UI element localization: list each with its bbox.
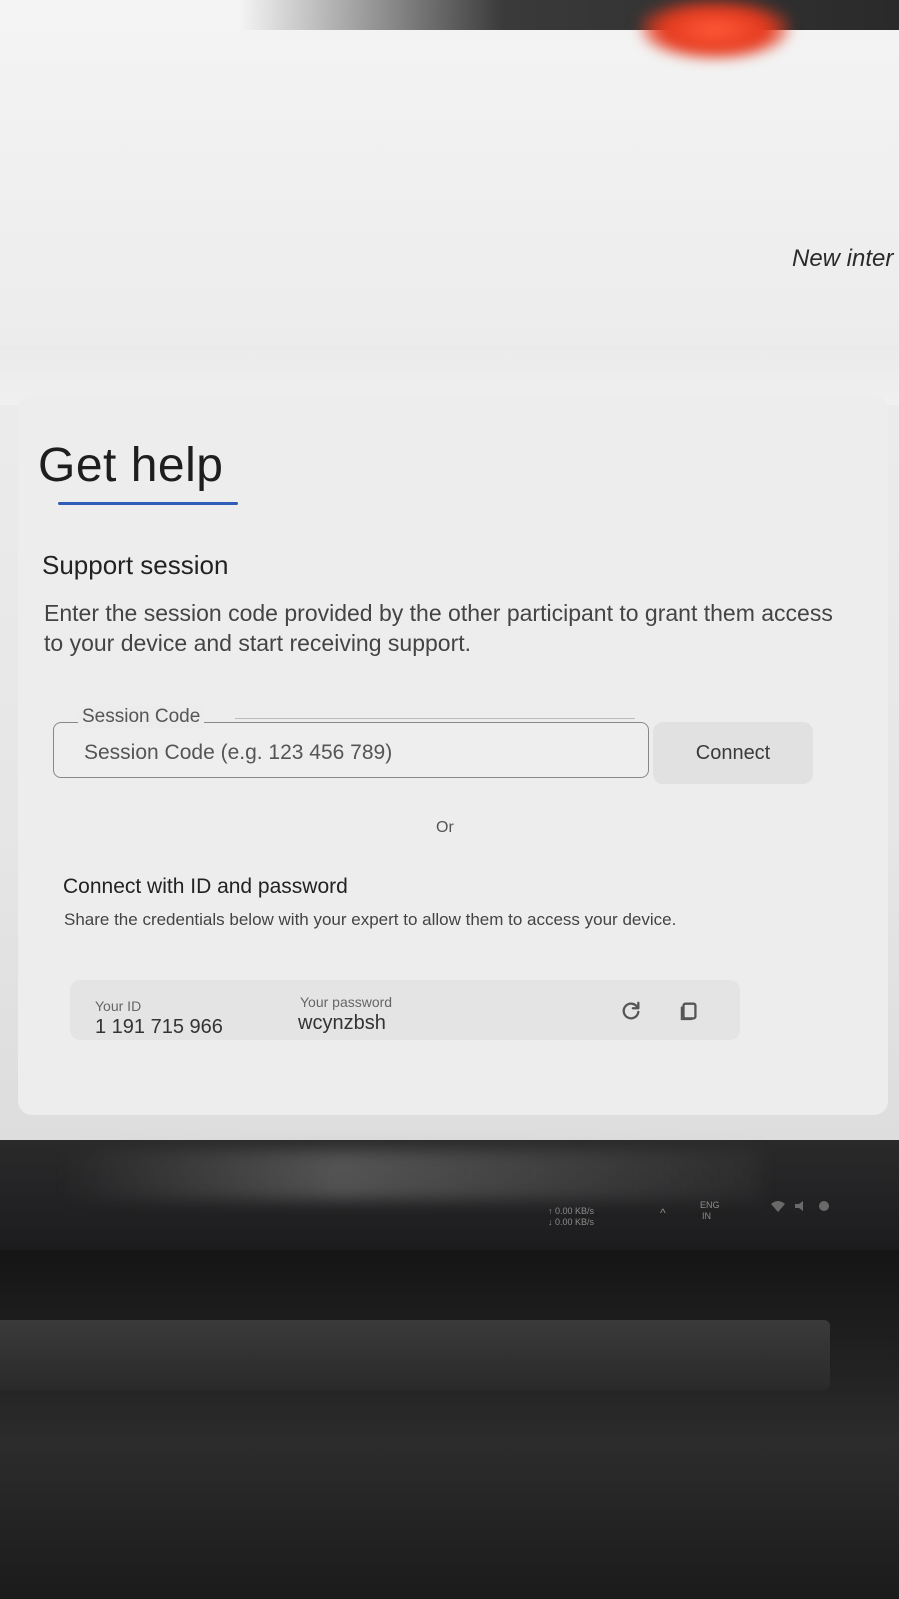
battery-icon[interactable] <box>814 1198 834 1214</box>
copy-icon[interactable] <box>676 998 702 1024</box>
speaker-icon[interactable] <box>792 1198 812 1214</box>
upload-speed: ↑ 0.00 KB/s <box>548 1206 595 1216</box>
session-code-label: Session Code <box>78 706 205 728</box>
your-password-value: wcynzbsh <box>298 1012 386 1034</box>
language-indicator-line1[interactable]: ENG <box>700 1200 720 1210</box>
id-password-heading: Connect with ID and password <box>63 875 348 898</box>
chevron-up-icon[interactable]: ^ <box>660 1207 666 1219</box>
wifi-icon[interactable] <box>768 1198 788 1214</box>
your-password-label: Your password <box>300 994 393 1010</box>
or-divider: Or <box>436 819 454 836</box>
language-indicator-line2[interactable]: IN <box>702 1211 711 1221</box>
refresh-icon[interactable] <box>618 998 644 1024</box>
id-password-description: Share the credentials below with your ex… <box>64 910 677 929</box>
title-underline <box>58 502 238 505</box>
page-title: Get help <box>38 439 224 492</box>
top-edge-shadow <box>240 0 899 30</box>
your-id-label: Your ID <box>95 998 142 1014</box>
field-outline-top <box>235 718 635 719</box>
bezel-reflection <box>60 1150 760 1200</box>
download-speed: ↓ 0.00 KB/s <box>548 1217 595 1227</box>
connect-button[interactable]: Connect <box>653 722 813 784</box>
session-code-placeholder: Session Code (e.g. 123 456 789) <box>84 741 393 764</box>
laptop-base <box>0 1250 899 1599</box>
clock-fragment[interactable] <box>840 1203 843 1213</box>
your-id-value: 1 191 715 966 <box>95 1016 223 1038</box>
new-interaction-link[interactable]: New inter <box>792 245 893 273</box>
support-session-heading: Support session <box>42 550 229 580</box>
laptop-hinge <box>0 1320 830 1390</box>
support-session-description: Enter the session code provided by the o… <box>44 600 833 656</box>
background-glare <box>640 0 790 60</box>
